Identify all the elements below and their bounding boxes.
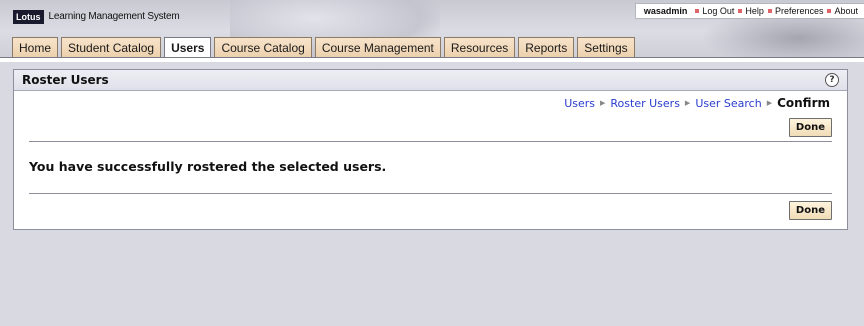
app-title: Learning Management System [48, 11, 180, 22]
utility-bar: wasadmin Log Out Help Preferences About [634, 3, 864, 19]
roster-users-panel: Roster Users ? Users ▶ Roster Users ▶ Us… [13, 69, 848, 230]
tab-resources[interactable]: Resources [443, 37, 516, 57]
done-button[interactable]: Done [788, 118, 832, 137]
breadcrumb: Users ▶ Roster Users ▶ User Search ▶ Con… [564, 96, 830, 110]
username: wasadmin [643, 6, 688, 16]
brand: Lotus Learning Management System [13, 9, 180, 24]
divider [29, 193, 832, 194]
bullet-icon [827, 9, 832, 13]
help-icon[interactable]: ? [825, 73, 839, 87]
bullet-icon [738, 9, 743, 13]
breadcrumb-arrow-icon: ▶ [600, 99, 606, 107]
success-message: You have successfully rostered the selec… [29, 159, 387, 174]
tab-reports[interactable]: Reports [518, 37, 575, 57]
tab-course-management[interactable]: Course Management [314, 37, 441, 57]
bullet-icon [767, 9, 772, 13]
panel-title: Roster Users [22, 73, 109, 87]
tab-home[interactable]: Home [12, 37, 59, 57]
header-banner: Lotus Learning Management System wasadmi… [0, 0, 864, 57]
logout-link[interactable]: Log Out [702, 6, 734, 16]
help-link[interactable]: Help [745, 6, 764, 16]
breadcrumb-roster-users[interactable]: Roster Users [610, 97, 680, 110]
breadcrumb-arrow-icon: ▶ [684, 99, 691, 107]
about-link[interactable]: About [834, 6, 858, 16]
breadcrumb-users[interactable]: Users [564, 97, 595, 110]
tab-users[interactable]: Users [164, 37, 212, 57]
lotus-logo: Lotus [13, 9, 44, 24]
tab-settings[interactable]: Settings [577, 37, 635, 57]
panel-header: Roster Users ? [14, 70, 847, 91]
tab-underline [0, 57, 864, 62]
done-button[interactable]: Done [788, 201, 832, 220]
tab-course-catalog[interactable]: Course Catalog [214, 37, 312, 57]
breadcrumb-current: Confirm [777, 96, 830, 110]
tab-student-catalog[interactable]: Student Catalog [61, 37, 162, 57]
preferences-link[interactable]: Preferences [775, 6, 824, 16]
bullet-icon [695, 9, 700, 13]
breadcrumb-user-search[interactable]: User Search [695, 97, 761, 110]
divider [29, 141, 832, 142]
main-tabs: Home Student Catalog Users Course Catalo… [12, 37, 635, 57]
breadcrumb-arrow-icon: ▶ [766, 99, 773, 107]
